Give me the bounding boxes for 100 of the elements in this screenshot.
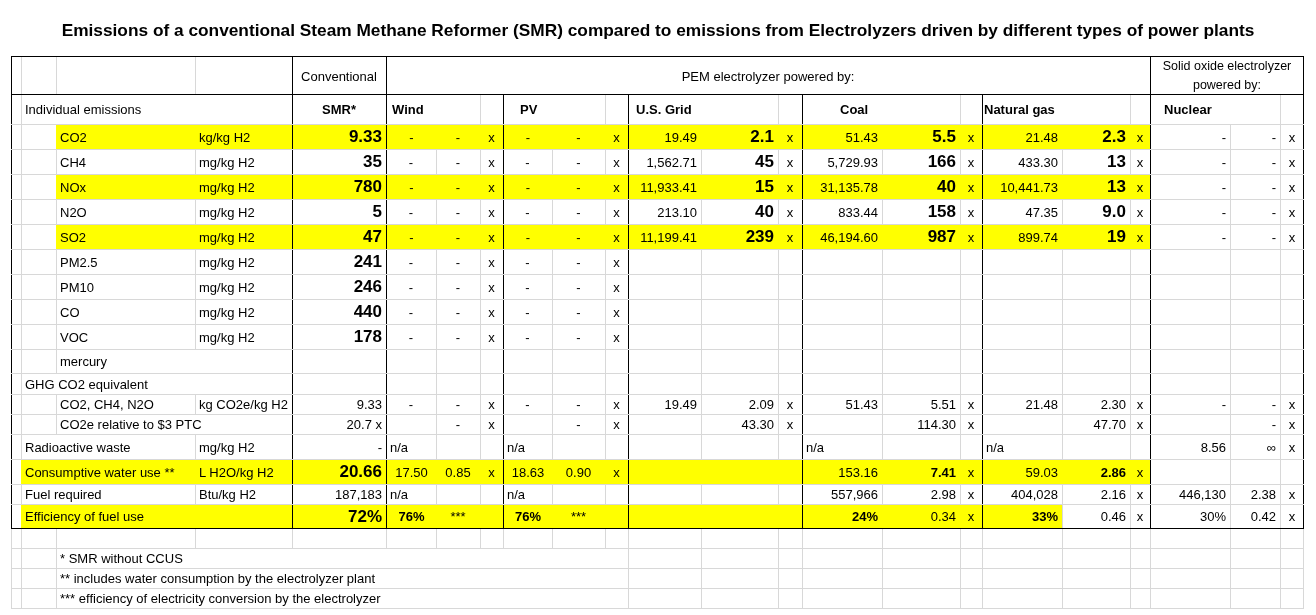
column-header: PV [519, 101, 539, 119]
table-cell: x [480, 225, 503, 249]
table-cell-text: 9.33 [355, 396, 383, 414]
table-cell-text: - [1270, 153, 1277, 172]
table-cell-text: 833.44 [837, 203, 879, 222]
table-cell-text: - [1270, 228, 1277, 247]
table-cell-text: x [487, 396, 496, 414]
table-cell-text: - [454, 153, 462, 172]
table-cell-text: - [454, 303, 462, 322]
table-cell-text: x [487, 416, 496, 434]
table-cell-text: 51.43 [844, 396, 879, 414]
table-cell: x [1130, 125, 1150, 149]
table-cell: x [778, 125, 802, 149]
table-cell-text: 404,028 [1010, 486, 1059, 504]
table-cell-text: - [407, 153, 415, 172]
table-cell-text: x [487, 203, 496, 222]
table-cell-text: - [1270, 178, 1277, 197]
table-cell-text: n/a [389, 438, 410, 457]
table-cell: 9.33 [292, 125, 386, 149]
row-label: CO2e relative to $3 PTC [59, 416, 203, 434]
table-cell-text: 35 [362, 151, 383, 173]
table-cell-text: x [1287, 128, 1297, 147]
table-cell-text: 19.49 [663, 396, 698, 414]
row-label: Consumptive water use ** [21, 460, 195, 484]
table-cell: x [605, 225, 628, 249]
table-cell: - [386, 125, 436, 149]
column-header: Wind [391, 101, 425, 119]
table-cell-text: n/a [805, 438, 826, 457]
table-cell: 15 [701, 175, 778, 199]
row-label: CO2 [56, 125, 195, 149]
table-cell-text: x [1287, 228, 1297, 247]
table-cell: x [778, 225, 802, 249]
table-cell: 46,194.60 [802, 225, 882, 249]
table-cell: 0.85 [436, 460, 480, 484]
table-cell-text: - [1270, 128, 1277, 147]
table-cell: 17.50 [386, 460, 436, 484]
row-label: CO2, CH4, N2O [59, 396, 155, 414]
table-cell-text: - [454, 278, 462, 297]
table-cell-text: - [524, 396, 531, 414]
table-cell-text: - [575, 203, 582, 222]
table-cell-text: - [407, 328, 415, 347]
unit-label: mg/kg H2 [198, 438, 256, 457]
table-cell-text: x [1287, 438, 1297, 457]
table-cell-text: x [612, 253, 621, 272]
table-cell: x [960, 505, 982, 528]
table-cell: - [503, 225, 552, 249]
row-label: Fuel required [24, 486, 103, 504]
table-cell-text: x [1287, 396, 1297, 414]
table-cell: x [778, 175, 802, 199]
highlighted-cell [605, 505, 628, 528]
table-cell-text: 45 [754, 151, 775, 173]
table-cell: x [960, 225, 982, 249]
table-cell-text: 5 [371, 201, 383, 223]
table-cell-text: - [524, 303, 531, 322]
column-header: Natural gas [983, 101, 1056, 119]
table-cell: - [552, 175, 605, 199]
table-cell-text: 241 [352, 251, 383, 273]
table-cell-text: 158 [926, 201, 957, 223]
table-cell-text: 40 [754, 201, 775, 223]
table-cell-text: 5.51 [929, 396, 957, 414]
table-cell: 20.66 [292, 460, 386, 484]
table-cell-text: - [575, 253, 582, 272]
table-cell-text: x [1135, 396, 1145, 414]
unit-label: mg/kg H2 [198, 253, 256, 272]
column-header: Nuclear [1163, 101, 1213, 119]
table-cell-text: x [487, 253, 496, 272]
unit-label: kg CO2e/kg H2 [198, 396, 289, 414]
table-cell: 10,441.73 [982, 175, 1062, 199]
table-cell-text: x [1135, 153, 1145, 172]
unit-label: mg/kg H2 [195, 175, 292, 199]
table-cell: 11,199.41 [628, 225, 701, 249]
row-label: VOC [59, 328, 90, 347]
table-cell-text: x [612, 153, 621, 172]
table-cell-text: x [1287, 153, 1297, 172]
table-cell-text: - [407, 396, 415, 414]
table-cell-text: 0.42 [1249, 508, 1277, 526]
table-cell-text: x [487, 328, 496, 347]
table-cell-text: 166 [926, 151, 957, 173]
section-label: Individual emissions [24, 101, 143, 119]
table-cell: 2.1 [701, 125, 778, 149]
table-cell: 2.86 [1062, 460, 1130, 484]
table-cell-text: ∞ [1265, 438, 1277, 457]
table-cell-text: - [454, 203, 462, 222]
table-cell-text: 47.70 [1092, 416, 1127, 434]
table-cell-text: 0.46 [1099, 508, 1127, 526]
table-cell-text: x [612, 416, 621, 434]
table-cell-text: x [612, 303, 621, 322]
table-cell: 76% [503, 505, 552, 528]
table-cell: - [386, 225, 436, 249]
column-header: SMR* [321, 101, 357, 119]
table-cell-text: x [612, 203, 621, 222]
column-group-header: Conventional [300, 67, 378, 86]
table-cell: 19 [1062, 225, 1130, 249]
table-cell-text: x [785, 153, 795, 172]
table-cell-text: - [1270, 203, 1277, 222]
table-cell-text: - [575, 396, 582, 414]
table-cell-text: x [1287, 178, 1297, 197]
table-cell-text: 5,729.93 [826, 153, 879, 172]
table-cell-text: n/a [506, 486, 527, 504]
unit-label: Btu/kg H2 [198, 486, 258, 504]
